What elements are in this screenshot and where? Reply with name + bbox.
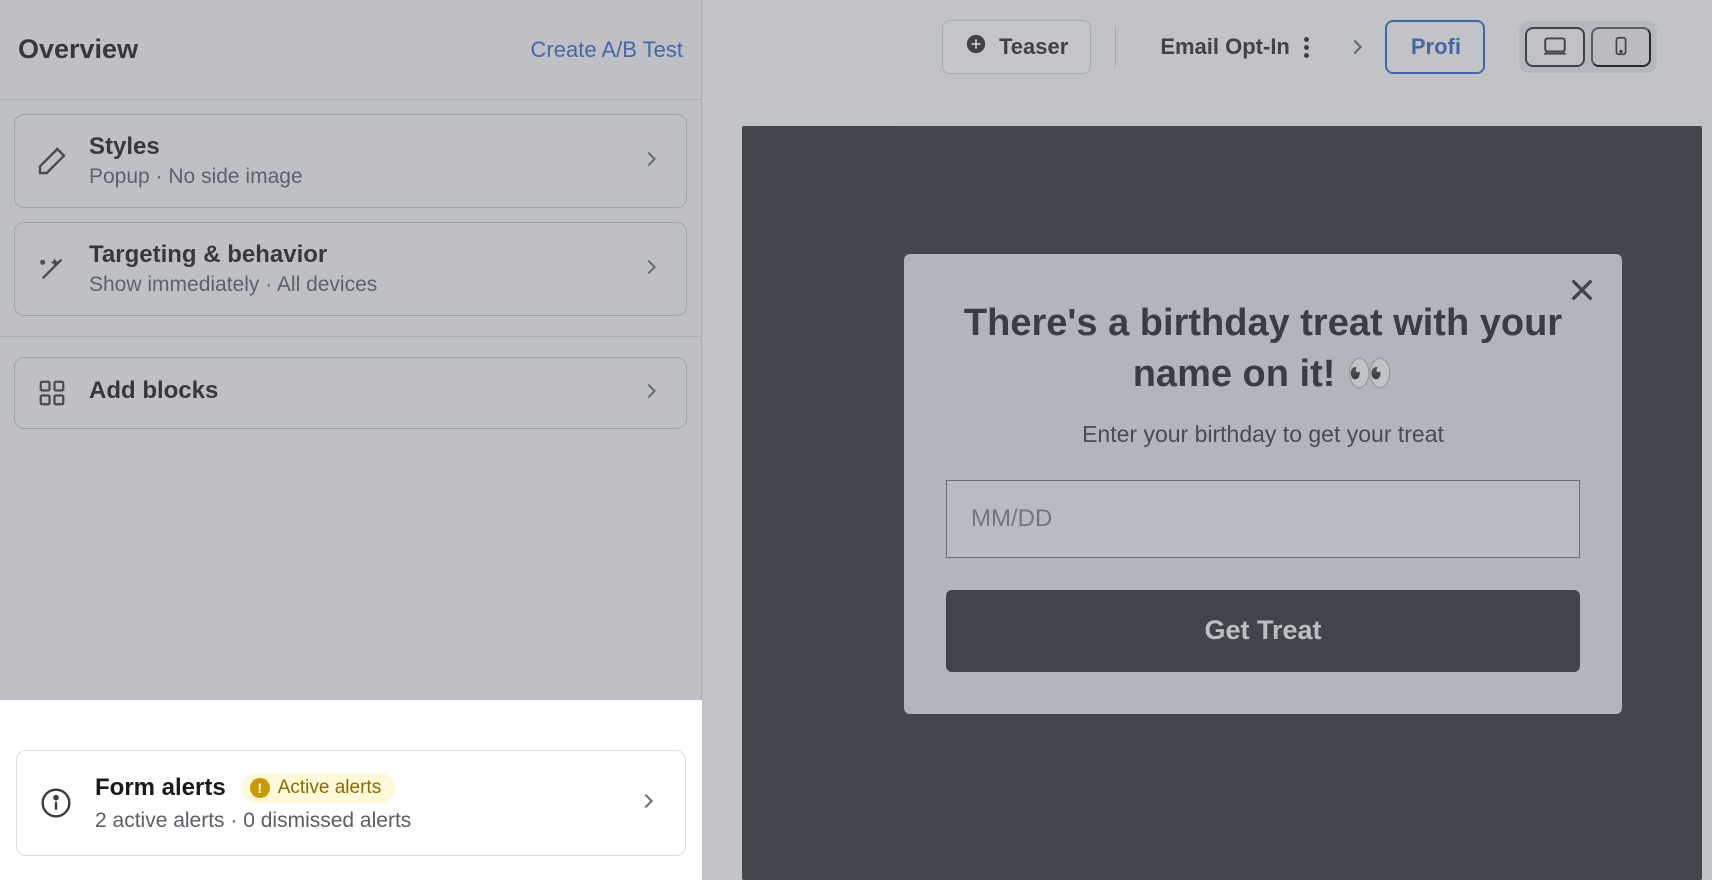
- create-ab-test-link[interactable]: Create A/B Test: [531, 37, 683, 63]
- preview-canvas: There's a birthday treat with your name …: [742, 126, 1702, 880]
- magic-wand-icon: [35, 252, 69, 286]
- pencil-icon: [35, 144, 69, 178]
- chevron-right-icon: [637, 790, 663, 816]
- teaser-button[interactable]: Teaser: [942, 20, 1091, 74]
- badge-label: Active alerts: [278, 777, 381, 799]
- add-blocks-card[interactable]: Add blocks: [14, 357, 687, 429]
- plus-circle-icon: [965, 33, 987, 61]
- alert-dot-icon: !: [250, 778, 270, 798]
- more-dots-icon[interactable]: [1304, 37, 1309, 58]
- teaser-label: Teaser: [999, 34, 1068, 60]
- chevron-right-icon: [640, 256, 666, 282]
- email-opt-in-label: Email Opt-In: [1160, 34, 1290, 60]
- targeting-card[interactable]: Targeting & behavior Show immediately · …: [14, 222, 687, 316]
- form-alerts-subtitle: 2 active alerts · 0 dismissed alerts: [95, 809, 615, 833]
- separator: [1115, 27, 1116, 67]
- add-blocks-title: Add blocks: [89, 377, 620, 405]
- birthday-placeholder: MM/DD: [971, 505, 1052, 533]
- popup-headline: There's a birthday treat with your name …: [946, 298, 1580, 401]
- profile-label: Profi: [1411, 34, 1461, 60]
- panel-title: Overview: [18, 34, 138, 65]
- mobile-device-button[interactable]: [1591, 27, 1651, 67]
- form-alerts-card[interactable]: Form alerts ! Active alerts 2 active ale…: [16, 750, 686, 856]
- chevron-right-icon: [640, 148, 666, 174]
- active-alerts-badge: ! Active alerts: [242, 773, 395, 803]
- styles-title: Styles: [89, 133, 620, 161]
- settings-cards: Styles Popup · No side image Targeting &…: [0, 100, 701, 443]
- close-icon[interactable]: [1566, 274, 1598, 306]
- profile-tab[interactable]: Profi: [1385, 20, 1485, 74]
- mobile-icon: [1610, 35, 1632, 60]
- chevron-right-icon: [640, 380, 666, 406]
- divider: [0, 336, 701, 337]
- form-alerts-section: Form alerts ! Active alerts 2 active ale…: [0, 700, 702, 880]
- email-opt-in-tab[interactable]: Email Opt-In: [1140, 20, 1329, 74]
- desktop-device-button[interactable]: [1525, 27, 1585, 67]
- preview-pane: Teaser Email Opt-In Profi: [702, 0, 1712, 880]
- preview-toolbar: Teaser Email Opt-In Profi: [702, 0, 1712, 94]
- form-alerts-title: Form alerts: [95, 774, 226, 802]
- chevron-right-icon[interactable]: [1345, 35, 1369, 59]
- styles-card[interactable]: Styles Popup · No side image: [14, 114, 687, 208]
- birthday-input[interactable]: MM/DD: [946, 480, 1580, 558]
- targeting-subtitle: Show immediately · All devices: [89, 273, 620, 297]
- popup-preview: There's a birthday treat with your name …: [904, 254, 1622, 714]
- targeting-title: Targeting & behavior: [89, 241, 620, 269]
- panel-header: Overview Create A/B Test: [0, 0, 701, 100]
- styles-subtitle: Popup · No side image: [89, 165, 620, 189]
- popup-subhead: Enter your birthday to get your treat: [946, 421, 1580, 448]
- info-icon: [39, 786, 73, 820]
- device-toggle: [1519, 21, 1657, 73]
- desktop-icon: [1542, 33, 1568, 62]
- cta-label: Get Treat: [1204, 615, 1321, 646]
- get-treat-button[interactable]: Get Treat: [946, 590, 1580, 672]
- blocks-grid-icon: [35, 376, 69, 410]
